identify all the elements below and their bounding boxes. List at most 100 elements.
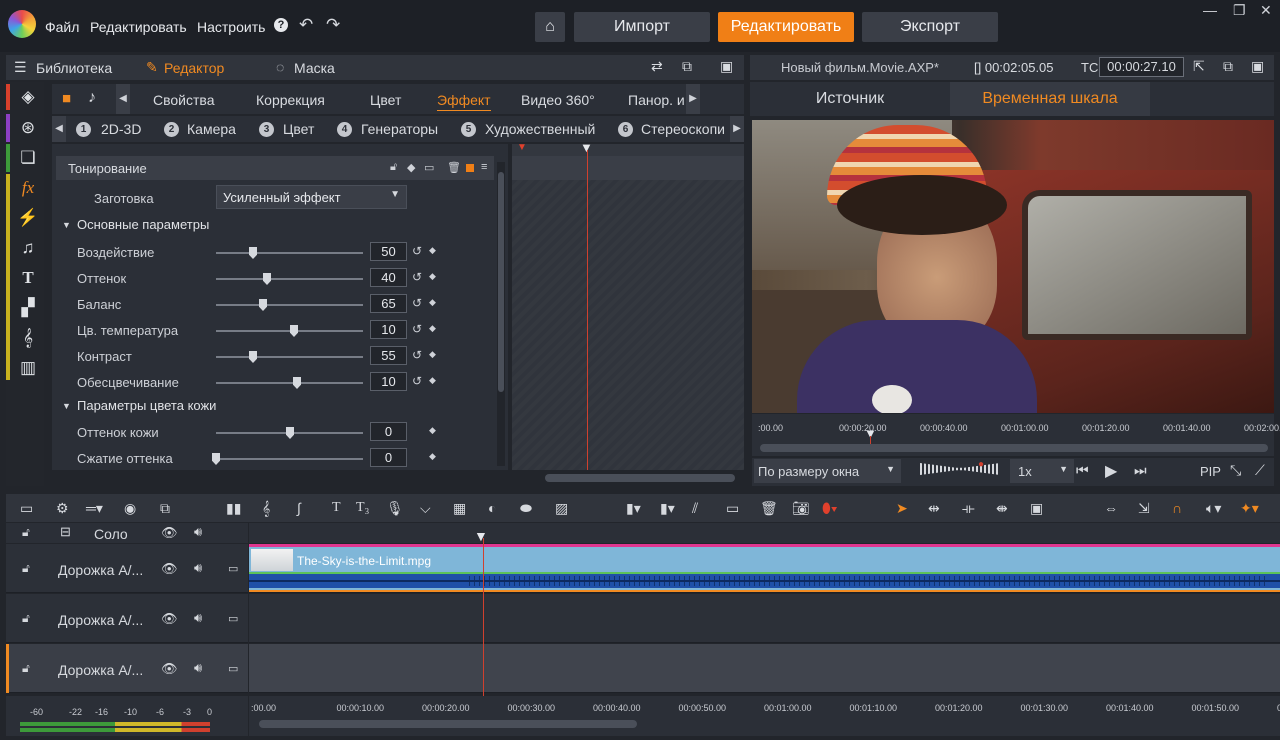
param-value-field[interactable]: 0: [370, 422, 407, 441]
layers-icon[interactable]: ◈: [12, 82, 44, 112]
media-icon[interactable]: ⧉: [160, 500, 170, 517]
speaker-icon[interactable]: 🔊︎: [194, 610, 202, 626]
redo-icon[interactable]: ↷: [326, 15, 340, 35]
cat-camera[interactable]: 2 Камера: [164, 121, 236, 137]
minimize-icon[interactable]: —: [1203, 2, 1217, 18]
unlock-icon[interactable]: 🔓︎: [22, 561, 30, 576]
step-back-icon[interactable]: ⏮︎: [1076, 462, 1089, 479]
audio-mixer-icon[interactable]: ▮▮: [226, 500, 241, 517]
slider-thumb[interactable]: [286, 427, 294, 439]
preview-ruler[interactable]: :00.00 00:00:20.00 00:00:40.00 00:01:00.00 0…: [752, 414, 1280, 456]
slider-thumb[interactable]: [290, 325, 298, 337]
multicam-icon[interactable]: ▦: [453, 500, 466, 517]
layout-icon[interactable]: ▣: [720, 58, 733, 75]
audio-scrub-icon[interactable]: 🔈︎▾: [1206, 500, 1221, 517]
track-name[interactable]: Дорожка А/...: [58, 612, 143, 628]
monitor-icon[interactable]: ▭: [228, 562, 238, 575]
export-button[interactable]: Экспорт: [862, 12, 998, 42]
swap-icon[interactable]: ⇄: [651, 58, 663, 75]
timeline-scrubber-icon[interactable]: ▼: [474, 528, 488, 544]
step-forward-icon[interactable]: ⏭︎: [1134, 462, 1147, 479]
edit-button[interactable]: Редактировать: [718, 12, 854, 42]
keyframe-area[interactable]: ▼ ▼: [512, 140, 744, 470]
tab-properties[interactable]: Свойства: [153, 92, 214, 108]
slider-thumb[interactable]: [259, 299, 267, 311]
snapshot-icon[interactable]: 📷︎: [792, 500, 810, 517]
track-header[interactable]: 🔓︎ Дорожка А/... 👁︎ 🔊︎ ▭: [6, 544, 248, 593]
delete-icon[interactable]: 🗑︎: [447, 161, 461, 174]
color-wheel-icon[interactable]: ◐: [488, 500, 496, 516]
timecode-field[interactable]: 00:00:27.10: [1099, 57, 1184, 77]
disc-icon[interactable]: ◉: [124, 500, 136, 517]
param-slider[interactable]: [216, 382, 363, 384]
group-basic[interactable]: Основные параметры: [77, 217, 209, 232]
zoom-dropdown[interactable]: По размеру окна ▼: [754, 459, 901, 483]
eye-icon[interactable]: 👁︎: [161, 611, 178, 627]
tab-mask[interactable]: Маска: [294, 60, 335, 76]
solo-label[interactable]: Соло: [94, 526, 128, 542]
keyframe-diamond-icon[interactable]: ◆: [429, 297, 436, 308]
reset-icon[interactable]: ↺: [412, 322, 422, 336]
tab-pan[interactable]: Панор. и: [628, 92, 685, 108]
import-button[interactable]: Импорт: [574, 12, 710, 42]
cat-artistic[interactable]: 5 Художественный: [461, 121, 595, 137]
track-header[interactable]: 🔓︎ Дорожка А/... 👁︎ 🔊︎ ▭: [6, 594, 248, 643]
monitor-icon[interactable]: ▭: [228, 612, 238, 625]
param-value-field[interactable]: 50: [370, 242, 407, 261]
tab-editor[interactable]: Редактор: [164, 60, 224, 76]
param-slider[interactable]: [216, 356, 363, 358]
split-dropdown-icon[interactable]: ▮▾: [660, 500, 675, 517]
stabilize-icon[interactable]: ∫: [297, 500, 301, 516]
keyframe-marker-icon[interactable]: ▼: [517, 142, 527, 153]
reset-icon[interactable]: ↺: [412, 244, 422, 258]
stretch-icon[interactable]: ▣: [1030, 500, 1043, 517]
title3d-tool-icon[interactable]: T₃: [356, 500, 369, 516]
fullscreen-icon[interactable]: ▣: [1251, 58, 1264, 75]
track-lane[interactable]: [249, 594, 1280, 643]
motion-icon[interactable]: ⌵: [420, 500, 431, 517]
reset-icon[interactable]: ↺: [412, 270, 422, 284]
keyframe-diamond-icon[interactable]: ◆: [429, 245, 436, 256]
slider-thumb[interactable]: [249, 351, 257, 363]
stack-icon[interactable]: ❏: [12, 143, 44, 173]
reset-icon[interactable]: ↺: [412, 296, 422, 310]
cat-stereo[interactable]: 6 Стереоскопи: [618, 121, 728, 137]
transition-icon[interactable]: ⚡: [12, 203, 44, 233]
color-tag-icon[interactable]: [466, 164, 474, 172]
trim-icon[interactable]: ⇹: [928, 500, 940, 517]
video-camera-icon[interactable]: ■: [62, 90, 71, 107]
menu-file[interactable]: Файл: [45, 19, 79, 35]
speaker-icon[interactable]: 🔊︎: [194, 524, 202, 540]
tab-source[interactable]: Источник: [750, 82, 950, 116]
blend-icon[interactable]: ⬬: [520, 500, 532, 517]
music-icon[interactable]: ♫: [12, 233, 44, 263]
keyframe-diamond-icon[interactable]: ◆: [429, 375, 436, 386]
tabs-scroll-right-icon[interactable]: ▶: [686, 84, 700, 114]
title-icon[interactable]: T: [12, 263, 44, 293]
export-frame-icon[interactable]: ⇱: [1193, 58, 1205, 75]
reset-icon[interactable]: ↺: [412, 374, 422, 388]
unlock-icon[interactable]: 🔓︎: [22, 611, 30, 626]
cat-generators[interactable]: 4 Генераторы: [337, 121, 438, 137]
tab-library[interactable]: Библиотека: [36, 60, 112, 76]
unlock-icon[interactable]: 🔓︎: [22, 661, 30, 676]
montage-icon[interactable]: ▞: [12, 293, 44, 323]
preview-icon[interactable]: ▭: [424, 161, 434, 174]
param-value-field[interactable]: 55: [370, 346, 407, 365]
keyframe-diamond-icon[interactable]: ◆: [429, 451, 436, 462]
tab-timeline[interactable]: Временная шкала: [950, 82, 1150, 116]
preview-scrollbar[interactable]: [760, 444, 1268, 452]
param-value-field[interactable]: 10: [370, 320, 407, 339]
marker-dropdown-icon[interactable]: ▮▾: [626, 500, 641, 517]
param-value-field[interactable]: 10: [370, 372, 407, 391]
tab-color[interactable]: Цвет: [370, 92, 401, 108]
close-icon[interactable]: ✕: [1260, 2, 1272, 19]
track-name[interactable]: Дорожка А/...: [58, 662, 143, 678]
monitor-icon[interactable]: ▭: [228, 662, 238, 675]
maximize-icon[interactable]: ❐: [1233, 2, 1246, 19]
voiceover-icon[interactable]: 🎙︎: [386, 500, 404, 517]
play-icon[interactable]: ▶: [1105, 461, 1117, 481]
trash-icon[interactable]: 🗑︎: [760, 500, 778, 517]
param-slider[interactable]: [216, 458, 363, 460]
timeline-ruler[interactable]: :00.00 00:00:10.00 00:00:20.00 00:00:30.00 0…: [249, 696, 1280, 736]
